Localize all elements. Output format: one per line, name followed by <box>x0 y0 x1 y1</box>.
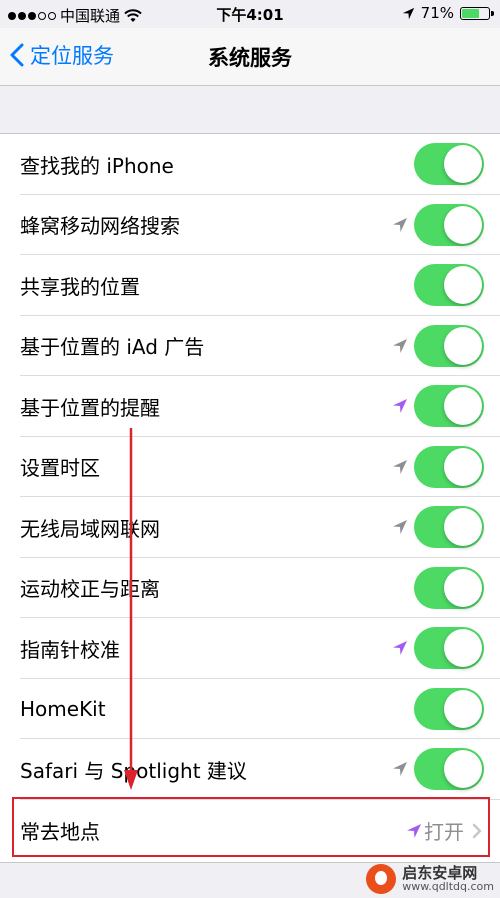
status-bar: 中国联通 下午4:01 71% <box>0 0 500 28</box>
watermark: 启东安卓网 www.qdltdq.com <box>366 864 494 894</box>
list-item: HomeKit <box>0 679 500 740</box>
navigation-bar: 定位服务 系统服务 <box>0 28 500 86</box>
toggle-switch[interactable] <box>414 506 484 548</box>
list-item: 基于位置的 iAd 广告 <box>0 316 500 377</box>
toggle-switch[interactable] <box>414 566 484 609</box>
location-arrow-icon <box>393 338 407 353</box>
toggle-switch[interactable] <box>414 324 484 367</box>
toggle-switch[interactable] <box>414 143 484 185</box>
location-arrow-icon <box>393 459 407 474</box>
toggle-switch[interactable] <box>414 627 484 669</box>
list-item-label: HomeKit <box>20 696 106 721</box>
battery-percent: 71% <box>420 4 454 22</box>
toggle-switch[interactable] <box>414 385 484 427</box>
toggle-switch[interactable] <box>414 687 484 730</box>
list-item-frequent-locations[interactable]: 常去地点 打开 <box>0 800 500 862</box>
list-item-label: 基于位置的 iAd 广告 <box>20 335 205 360</box>
page-title: 系统服务 <box>208 46 292 70</box>
battery-icon <box>460 6 494 20</box>
list-item-label: 运动校正与距离 <box>20 577 160 602</box>
list-item: 共享我的位置 <box>0 255 500 316</box>
toggle-knob <box>444 568 482 607</box>
toggle-knob <box>444 447 482 486</box>
list-item: 无线局域网联网 <box>0 497 500 558</box>
watermark-name: 启东安卓网 <box>402 863 478 882</box>
toggle-switch[interactable] <box>414 445 484 488</box>
location-arrow-icon <box>393 399 407 413</box>
location-arrow-icon <box>393 217 407 232</box>
toggle-knob <box>444 508 482 546</box>
list-item-label: 设置时区 <box>20 456 100 481</box>
location-arrow-icon <box>393 762 407 776</box>
status-right: 71% <box>402 4 494 22</box>
watermark-url: www.qdltdq.com <box>402 880 494 894</box>
list-item: 蜂窝移动网络搜索 <box>0 195 500 256</box>
list-item-label: 共享我的位置 <box>20 274 140 299</box>
toggle-knob <box>444 205 482 244</box>
toggle-knob <box>444 387 482 425</box>
list-item: 运动校正与距离 <box>0 558 500 619</box>
list-item-label: 指南针校准 <box>20 637 120 662</box>
toggle-switch[interactable] <box>414 264 484 306</box>
settings-list: 查找我的 iPhone 蜂窝移动网络搜索 共享我的位置基于位置的 iAd 广告 基于位… <box>0 133 500 863</box>
list-item-label: 基于位置的提醒 <box>20 395 160 420</box>
list-item: Safari 与 Spotlight 建议 <box>0 739 500 800</box>
list-item-label: 无线局域网联网 <box>20 516 160 541</box>
list-item: 设置时区 <box>0 437 500 498</box>
toggle-knob <box>444 689 482 728</box>
location-arrow-icon <box>402 7 414 19</box>
watermark-logo-icon <box>366 864 397 894</box>
toggle-knob <box>444 266 482 304</box>
location-arrow-icon <box>407 823 421 838</box>
list-item-label: Safari 与 Spotlight 建议 <box>20 758 247 783</box>
list-item-label: 常去地点 <box>20 820 100 844</box>
list-item: 指南针校准 <box>0 618 500 679</box>
toggle-switch[interactable] <box>414 748 484 790</box>
toggle-knob <box>444 326 482 365</box>
list-item-value: 打开 <box>424 820 464 844</box>
toggle-knob <box>444 629 482 667</box>
location-arrow-icon <box>393 520 407 534</box>
chevron-right-icon <box>472 823 482 838</box>
list-item-label: 蜂窝移动网络搜索 <box>20 214 180 239</box>
list-item: 基于位置的提醒 <box>0 376 500 437</box>
location-arrow-icon <box>393 641 407 655</box>
toggle-switch[interactable] <box>414 203 484 246</box>
list-item: 查找我的 iPhone <box>0 134 500 195</box>
list-item-label: 查找我的 iPhone <box>20 153 174 178</box>
toggle-knob <box>444 750 482 788</box>
toggle-knob <box>444 145 482 183</box>
